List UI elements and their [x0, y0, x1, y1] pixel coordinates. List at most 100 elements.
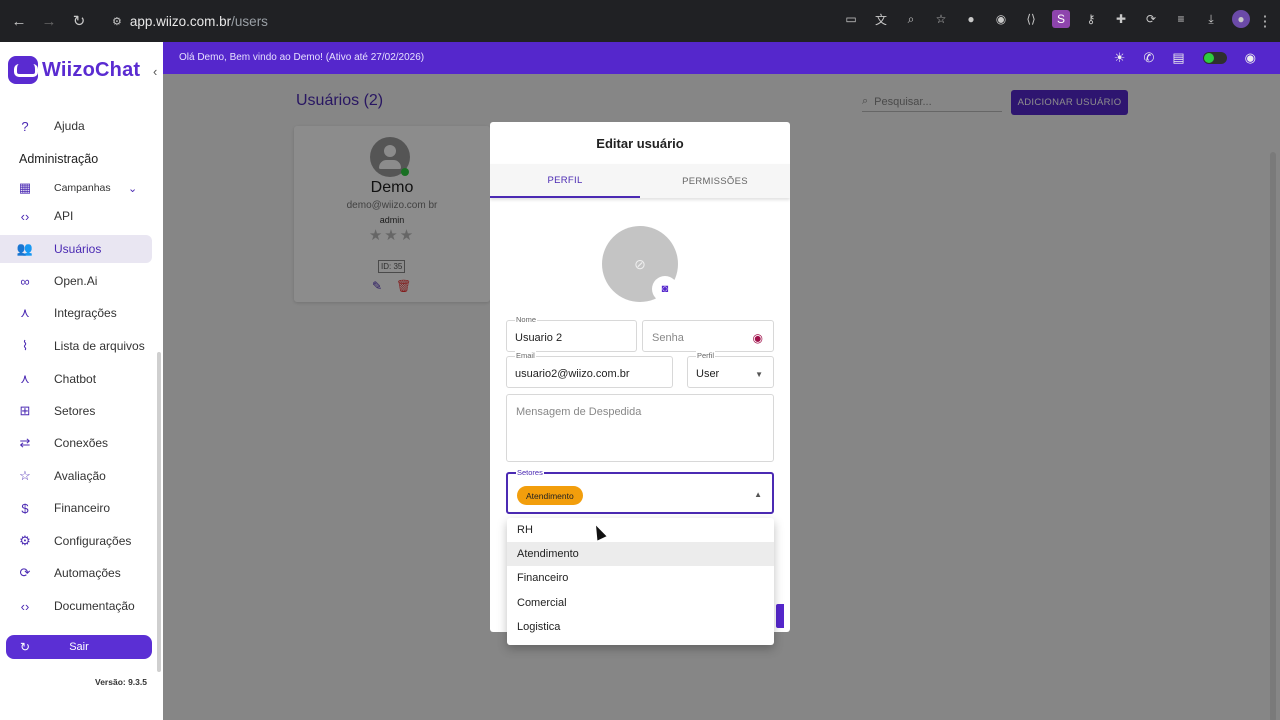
sidebar-item-docs[interactable]: ‹› Documentação — [0, 592, 152, 620]
brand-name: WiizoChat — [42, 58, 141, 81]
help-icon: ? — [21, 118, 29, 134]
password-placeholder: Senha — [652, 332, 684, 344]
code-icon: ‹› — [20, 208, 30, 224]
extension-icon[interactable]: ● — [962, 10, 980, 28]
sidebar-item-label: Open.Ai — [54, 274, 98, 288]
sectors-select[interactable]: Setores Atendimento ▲ — [506, 468, 774, 514]
app: WiizoChat ‹ ? Ajuda Administração ▦ Camp… — [0, 42, 1280, 720]
gear-icon: ⚙ — [19, 533, 31, 548]
automation-icon: ⟳ — [19, 565, 31, 580]
sidebar-item-users[interactable]: 👥 Usuários — [0, 235, 152, 263]
dropdown-option[interactable]: Atendimento — [507, 542, 774, 566]
translate-icon[interactable]: 文 — [872, 10, 890, 28]
calendar-icon: ▦ — [18, 180, 32, 195]
browser-menu-icon[interactable]: ⋮ — [1250, 6, 1280, 36]
name-value: Usuario 2 — [515, 332, 563, 344]
bookmark-star-icon[interactable]: ☆ — [932, 10, 950, 28]
dropdown-option[interactable]: Financeiro — [507, 566, 774, 590]
sidebar-item-integrations[interactable]: ⋏ Integrações — [0, 299, 152, 327]
sector-chip[interactable]: Atendimento — [517, 486, 583, 505]
sidebar-item-label: Usuários — [54, 242, 102, 256]
sidebar-item-label: Setores — [54, 404, 96, 418]
sidebar: WiizoChat ‹ ? Ajuda Administração ▦ Camp… — [0, 42, 163, 720]
account-icon[interactable]: ◉ — [1245, 50, 1256, 66]
sidebar-item-help[interactable]: ? Ajuda — [0, 112, 152, 140]
profile-select[interactable]: Perfil User ▼ — [687, 351, 774, 388]
profile-label: Perfil — [696, 351, 716, 360]
eye-icon[interactable]: ◉ — [753, 331, 763, 345]
integrations-icon: ⋏ — [20, 305, 30, 320]
connections-icon: ⇄ — [19, 435, 31, 450]
back-icon[interactable]: ← — [4, 6, 34, 36]
farewell-message-field[interactable]: Mensagem de Despedida — [506, 394, 774, 462]
code-icon: ‹› — [20, 598, 30, 614]
sidebar-item-label: Integrações — [54, 306, 117, 320]
theme-icon[interactable]: ☀ — [1114, 50, 1126, 66]
status-toggle[interactable] — [1202, 52, 1227, 64]
email-value: usuario2@wiizo.com.br — [515, 368, 630, 380]
tab-profile[interactable]: PERFIL — [490, 164, 640, 198]
logout-button[interactable]: ↻ Sair — [6, 635, 152, 659]
top-bar: Olá Demo, Bem vindo ao Demo! (Ativo até … — [163, 42, 1280, 74]
dialog-tabs: PERFIL PERMISSÕES — [490, 164, 790, 198]
topbar-icons: ☀ ✆ ▤ ◉ — [1114, 50, 1256, 66]
greeting-text: Olá Demo, Bem vindo ao Demo! (Ativo até … — [179, 52, 425, 63]
sidebar-item-label: Campanhas — [54, 182, 111, 194]
sidebar-item-ratings[interactable]: ☆ Avaliação — [0, 462, 152, 490]
zoom-icon[interactable]: ⌕ — [902, 10, 920, 28]
sidebar-item-openai[interactable]: ∞ Open.Ai — [0, 267, 152, 295]
sidebar-item-files[interactable]: ⌇ Lista de arquivos — [0, 332, 152, 360]
sidebar-item-label: Lista de arquivos — [54, 339, 145, 353]
dropdown-option[interactable]: RH — [507, 518, 774, 542]
sidebar-item-connections[interactable]: ⇄ Conexões — [0, 429, 152, 457]
puzzle-icon[interactable]: ✚ — [1112, 10, 1130, 28]
logo: WiizoChat — [8, 56, 140, 84]
address-bar[interactable]: ⚙ app.wiizo.com.br/users — [100, 6, 920, 36]
browser-toolbar: ← → ↻ ⚙ app.wiizo.com.br/users ▭ 文 ⌕ ☆ ●… — [0, 0, 1280, 42]
paperclip-icon: ⌇ — [21, 338, 29, 353]
download-icon[interactable]: ⤓ — [1202, 10, 1220, 28]
sectors-label: Setores — [516, 468, 544, 477]
camera-extension-icon[interactable]: ◉ — [992, 10, 1010, 28]
profile-avatar-icon[interactable]: ● — [1232, 10, 1250, 28]
sidebar-scrollbar[interactable] — [157, 352, 161, 672]
code-extension-icon[interactable]: ⟨⟩ — [1022, 10, 1040, 28]
dialog-title: Editar usuário — [596, 136, 684, 151]
s-extension-icon[interactable]: S — [1052, 10, 1070, 28]
whatsapp-icon[interactable]: ✆ — [1143, 50, 1154, 66]
site-info-icon[interactable]: ⚙ — [112, 15, 122, 28]
sidebar-item-financial[interactable]: $ Financeiro — [0, 494, 152, 522]
dropdown-option[interactable]: Logistica — [507, 615, 774, 639]
sectors-dropdown: RH Atendimento Financeiro Comercial Logi… — [507, 518, 774, 645]
chat-icon[interactable]: ▤ — [1172, 50, 1184, 66]
users-icon: 👥 — [16, 241, 34, 256]
collapse-sidebar-icon[interactable]: ‹ — [153, 64, 157, 79]
caret-up-icon: ▲ — [754, 490, 762, 499]
logout-icon: ↻ — [20, 640, 31, 654]
name-label: Nome — [515, 315, 538, 324]
key-extension-icon[interactable]: ⚷ — [1082, 10, 1100, 28]
chevron-down-icon[interactable]: ⌄ — [128, 182, 137, 195]
reload-icon[interactable]: ↻ — [64, 6, 94, 36]
email-field[interactable]: Email usuario2@wiizo.com.br — [506, 351, 673, 388]
camera-icon[interactable]: ◙ — [652, 276, 678, 302]
save-button[interactable] — [776, 604, 784, 628]
sidebar-item-api[interactable]: ‹› API — [0, 202, 152, 230]
password-field[interactable]: Senha ◉ — [642, 320, 774, 352]
url-path: /users — [231, 13, 268, 29]
queue-icon[interactable]: ≡ — [1172, 10, 1190, 28]
sidebar-item-automations[interactable]: ⟳ Automações — [0, 559, 152, 587]
sidebar-item-settings[interactable]: ⚙ Configurações — [0, 527, 152, 555]
install-icon[interactable]: ▭ — [842, 10, 860, 28]
tab-permissions[interactable]: PERMISSÕES — [640, 164, 790, 198]
section-title-admin: Administração — [19, 152, 99, 166]
sidebar-item-chatbot[interactable]: ⋏ Chatbot — [0, 365, 152, 393]
sync-icon[interactable]: ⟳ — [1142, 10, 1160, 28]
sidebar-item-campaigns[interactable]: ▦ Campanhas ⌄ — [0, 174, 152, 202]
email-label: Email — [515, 351, 536, 360]
name-field[interactable]: Nome Usuario 2 — [506, 315, 637, 352]
dropdown-option[interactable]: Comercial — [507, 591, 774, 615]
sidebar-item-sectors[interactable]: ⊞ Setores — [0, 397, 152, 425]
url-host: app.wiizo.com.br — [129, 13, 232, 29]
forward-icon[interactable]: → — [34, 6, 64, 36]
